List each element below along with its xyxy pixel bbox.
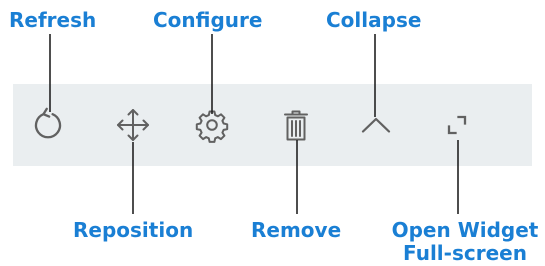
open-widget-label-line1: Open Widget xyxy=(391,218,539,242)
gear-icon xyxy=(195,110,229,143)
configure-callout-label: Configure xyxy=(153,8,263,32)
fullscreen-button[interactable] xyxy=(431,99,483,151)
configure-button[interactable] xyxy=(186,99,238,151)
collapse-callout-label: Collapse xyxy=(326,8,422,32)
remove-button[interactable] xyxy=(270,99,322,151)
reposition-callout-label: Reposition xyxy=(73,218,194,242)
collapse-button[interactable] xyxy=(350,99,402,151)
expand-icon xyxy=(447,115,467,135)
refresh-callout-label: Refresh xyxy=(9,8,97,32)
remove-callout-label: Remove xyxy=(251,218,342,242)
refresh-icon xyxy=(34,107,62,139)
chevron-up-icon xyxy=(361,117,391,133)
open-widget-callout-label: Open Widget Full-screen xyxy=(389,219,541,265)
reposition-button[interactable] xyxy=(107,99,159,151)
move-icon xyxy=(117,109,149,141)
refresh-button[interactable] xyxy=(22,99,74,151)
trash-icon xyxy=(284,110,308,141)
open-widget-label-line2: Full-screen xyxy=(403,241,527,265)
